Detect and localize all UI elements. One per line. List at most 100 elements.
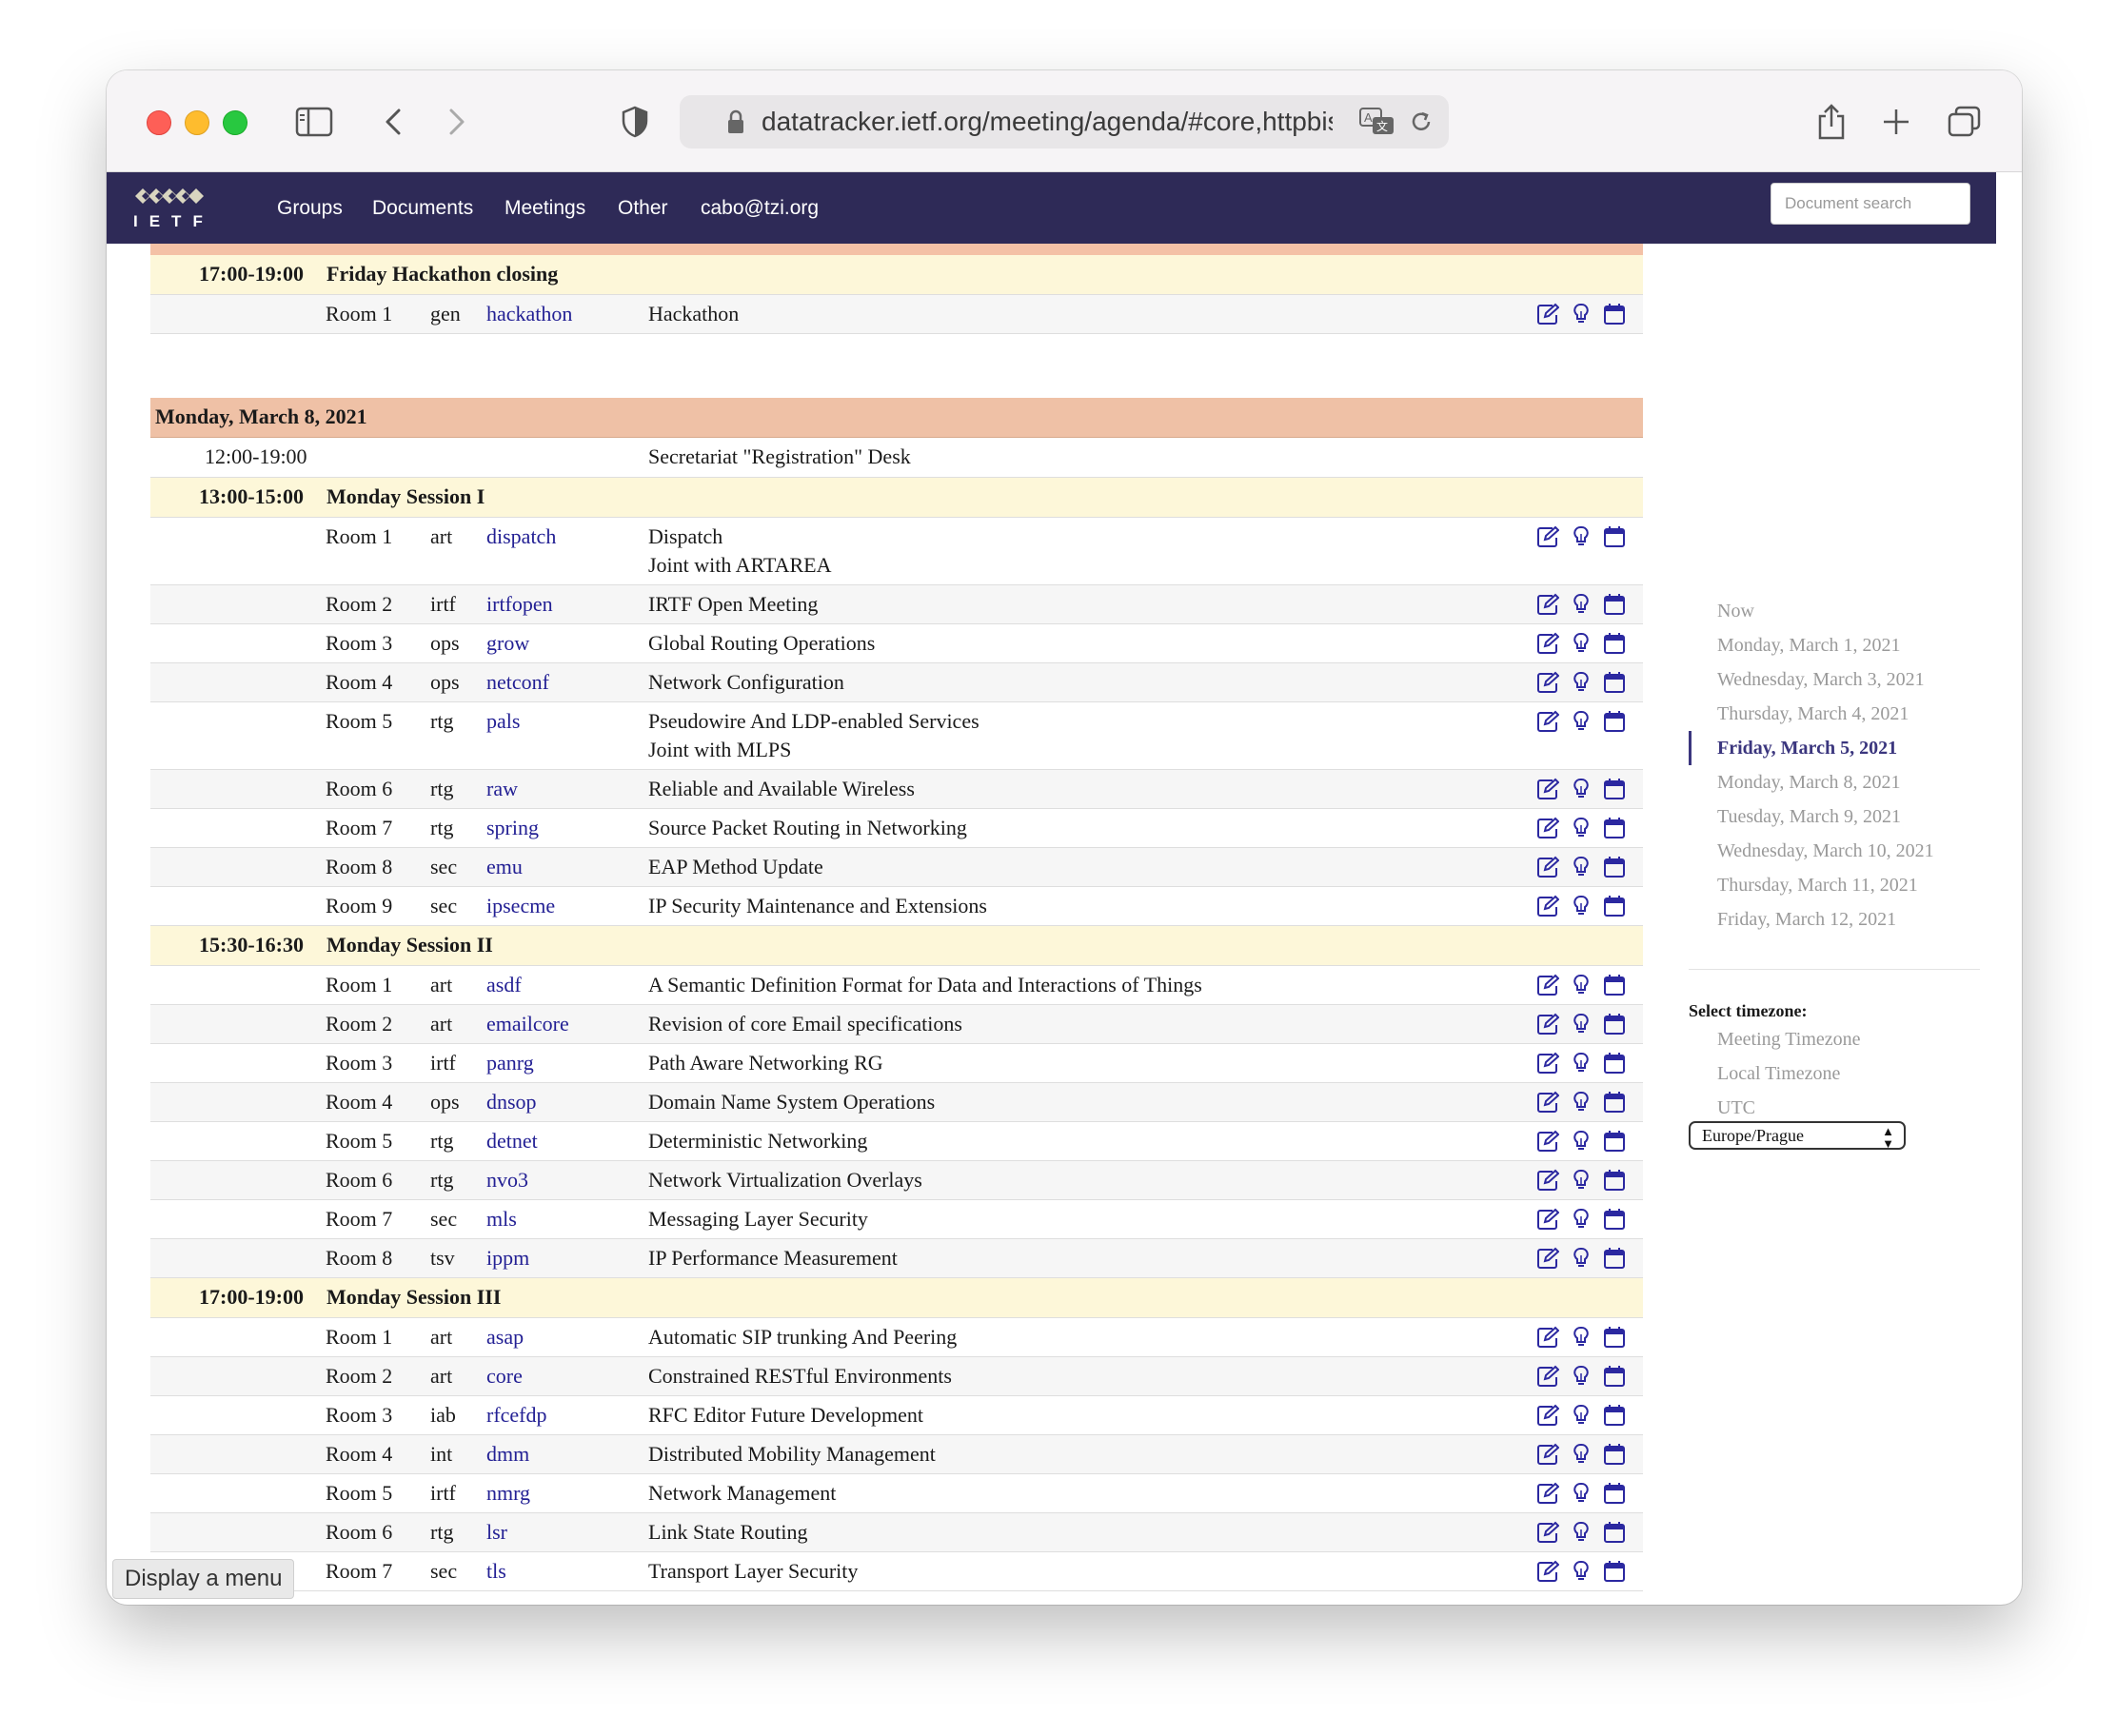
- group-link[interactable]: irtfopen: [486, 592, 553, 617]
- group-link[interactable]: grow: [486, 631, 529, 656]
- group-link[interactable]: hackathon: [486, 302, 572, 326]
- date-nav-item[interactable]: Monday, March 8, 2021: [1689, 765, 1974, 799]
- group-link[interactable]: asdf: [486, 973, 522, 997]
- calendar-icon[interactable]: [1603, 1247, 1626, 1270]
- lightbulb-icon[interactable]: [1570, 1365, 1593, 1388]
- edit-icon[interactable]: [1536, 1052, 1559, 1075]
- edit-icon[interactable]: [1536, 1130, 1559, 1153]
- lightbulb-icon[interactable]: [1570, 817, 1593, 839]
- lightbulb-icon[interactable]: [1570, 974, 1593, 996]
- lightbulb-icon[interactable]: [1570, 710, 1593, 733]
- date-nav-item[interactable]: Friday, March 5, 2021: [1689, 731, 1974, 765]
- lightbulb-icon[interactable]: [1570, 632, 1593, 655]
- timezone-select[interactable]: Europe/Prague ▲ ▼: [1689, 1121, 1906, 1150]
- edit-icon[interactable]: [1536, 525, 1559, 548]
- calendar-icon[interactable]: [1603, 1013, 1626, 1036]
- group-link[interactable]: netconf: [486, 670, 549, 695]
- calendar-icon[interactable]: [1603, 632, 1626, 655]
- timezone-option[interactable]: Local Timezone: [1689, 1056, 1974, 1091]
- group-link[interactable]: raw: [486, 777, 518, 801]
- calendar-icon[interactable]: [1603, 1091, 1626, 1114]
- group-link[interactable]: asap: [486, 1325, 524, 1350]
- edit-icon[interactable]: [1536, 1482, 1559, 1505]
- timezone-option[interactable]: UTC: [1689, 1091, 1974, 1125]
- zoom-window-button[interactable]: [223, 110, 247, 135]
- date-nav-now[interactable]: Now: [1689, 594, 1974, 628]
- edit-icon[interactable]: [1536, 1560, 1559, 1583]
- calendar-icon[interactable]: [1603, 1326, 1626, 1349]
- edit-icon[interactable]: [1536, 1091, 1559, 1114]
- address-bar[interactable]: datatracker.ietf.org/meeting/agenda/#cor…: [680, 95, 1449, 148]
- lightbulb-icon[interactable]: [1570, 1560, 1593, 1583]
- minimize-window-button[interactable]: [185, 110, 209, 135]
- lightbulb-icon[interactable]: [1570, 1169, 1593, 1192]
- group-link[interactable]: spring: [486, 816, 539, 840]
- group-link[interactable]: core: [486, 1364, 523, 1389]
- calendar-icon[interactable]: [1603, 895, 1626, 917]
- lightbulb-icon[interactable]: [1570, 1404, 1593, 1427]
- group-link[interactable]: panrg: [486, 1051, 534, 1075]
- edit-icon[interactable]: [1536, 856, 1559, 878]
- calendar-icon[interactable]: [1603, 671, 1626, 694]
- nav-documents[interactable]: Documents: [372, 172, 473, 244]
- back-arrow-icon[interactable]: [379, 103, 407, 141]
- privacy-shield-icon[interactable]: [618, 103, 652, 141]
- calendar-icon[interactable]: [1603, 525, 1626, 548]
- document-search-input[interactable]: Document search: [1771, 183, 1970, 225]
- group-link[interactable]: detnet: [486, 1129, 538, 1154]
- calendar-icon[interactable]: [1603, 1560, 1626, 1583]
- edit-icon[interactable]: [1536, 1443, 1559, 1466]
- date-nav-item[interactable]: Wednesday, March 10, 2021: [1689, 834, 1974, 868]
- new-tab-icon[interactable]: [1879, 103, 1913, 141]
- timezone-option[interactable]: Meeting Timezone: [1689, 1022, 1974, 1056]
- calendar-icon[interactable]: [1603, 974, 1626, 996]
- lightbulb-icon[interactable]: [1570, 1208, 1593, 1231]
- edit-icon[interactable]: [1536, 1404, 1559, 1427]
- calendar-icon[interactable]: [1603, 1443, 1626, 1466]
- lightbulb-icon[interactable]: [1570, 303, 1593, 326]
- lightbulb-icon[interactable]: [1570, 593, 1593, 616]
- lightbulb-icon[interactable]: [1570, 1247, 1593, 1270]
- group-link[interactable]: dmm: [486, 1442, 529, 1467]
- calendar-icon[interactable]: [1603, 593, 1626, 616]
- edit-icon[interactable]: [1536, 1326, 1559, 1349]
- edit-icon[interactable]: [1536, 671, 1559, 694]
- group-link[interactable]: emu: [486, 855, 523, 879]
- nav-other[interactable]: Other: [618, 172, 668, 244]
- calendar-icon[interactable]: [1603, 303, 1626, 326]
- edit-icon[interactable]: [1536, 303, 1559, 326]
- sidebar-toggle-icon[interactable]: [293, 103, 335, 141]
- group-link[interactable]: dispatch: [486, 524, 556, 549]
- edit-icon[interactable]: [1536, 1169, 1559, 1192]
- lightbulb-icon[interactable]: [1570, 1091, 1593, 1114]
- lightbulb-icon[interactable]: [1570, 856, 1593, 878]
- calendar-icon[interactable]: [1603, 1208, 1626, 1231]
- reload-icon[interactable]: [1409, 109, 1434, 139]
- lightbulb-icon[interactable]: [1570, 671, 1593, 694]
- edit-icon[interactable]: [1536, 1365, 1559, 1388]
- nav-groups[interactable]: Groups: [277, 172, 343, 244]
- group-link[interactable]: ipsecme: [486, 894, 555, 918]
- calendar-icon[interactable]: [1603, 1365, 1626, 1388]
- group-link[interactable]: ippm: [486, 1246, 529, 1271]
- date-nav-item[interactable]: Thursday, March 4, 2021: [1689, 697, 1974, 731]
- calendar-icon[interactable]: [1603, 1404, 1626, 1427]
- group-link[interactable]: dnsop: [486, 1090, 537, 1115]
- group-link[interactable]: nvo3: [486, 1168, 528, 1193]
- lightbulb-icon[interactable]: [1570, 1052, 1593, 1075]
- edit-icon[interactable]: [1536, 895, 1559, 917]
- calendar-icon[interactable]: [1603, 1169, 1626, 1192]
- tab-overview-icon[interactable]: [1946, 103, 1984, 141]
- edit-icon[interactable]: [1536, 1208, 1559, 1231]
- lightbulb-icon[interactable]: [1570, 525, 1593, 548]
- lightbulb-icon[interactable]: [1570, 1482, 1593, 1505]
- calendar-icon[interactable]: [1603, 1052, 1626, 1075]
- group-link[interactable]: nmrg: [486, 1481, 530, 1506]
- edit-icon[interactable]: [1536, 974, 1559, 996]
- calendar-icon[interactable]: [1603, 1482, 1626, 1505]
- calendar-icon[interactable]: [1603, 1130, 1626, 1153]
- nav-user-account[interactable]: cabo@tzi.org: [701, 172, 819, 244]
- forward-arrow-icon[interactable]: [443, 103, 471, 141]
- date-nav-item[interactable]: Thursday, March 11, 2021: [1689, 868, 1974, 902]
- date-nav-item[interactable]: Friday, March 12, 2021: [1689, 902, 1974, 937]
